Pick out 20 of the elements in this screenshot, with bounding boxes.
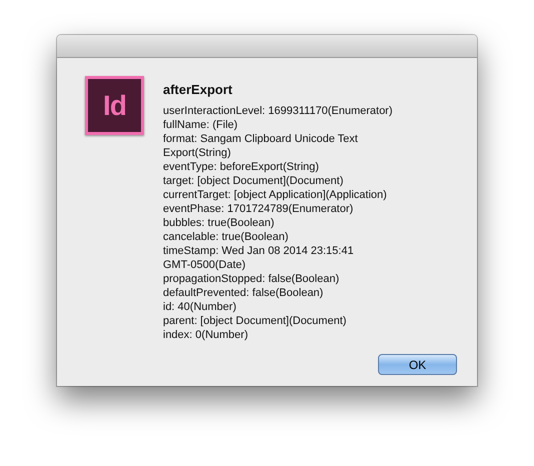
alert-title: afterExport	[163, 82, 234, 97]
property-line: target: [object Document](Document)	[163, 174, 344, 188]
property-line: cancelable: true(Boolean)	[163, 230, 290, 244]
property-line: bubbles: true(Boolean)	[163, 216, 276, 230]
property-line: timeStamp: Wed Jan 08 2014 23:15:41	[163, 244, 355, 258]
property-line: fullName: (File)	[163, 118, 239, 132]
property-line: Export(String)	[163, 146, 232, 160]
app-icon: Id	[85, 76, 144, 135]
property-line: eventPhase: 1701724789(Enumerator)	[163, 202, 354, 216]
property-line: currentTarget: [object Application](Application)	[163, 188, 388, 202]
property-line: propagationStopped: false(Boolean)	[163, 272, 340, 286]
property-line: format: Sangam Clipboard Unicode Text	[163, 132, 359, 146]
property-line: defaultPrevented: false(Boolean)	[163, 286, 324, 300]
property-line: index: 0(Number)	[163, 328, 249, 342]
property-line: id: 40(Number)	[163, 300, 238, 314]
property-line: eventType: beforeExport(String)	[163, 160, 320, 174]
property-line: userInteractionLevel: 1699311170(Enumerator)	[163, 104, 394, 118]
property-line: GMT-0500(Date)	[163, 258, 247, 272]
ok-button[interactable]: OK	[378, 354, 457, 375]
property-line: parent: [object Document](Document)	[163, 314, 348, 328]
